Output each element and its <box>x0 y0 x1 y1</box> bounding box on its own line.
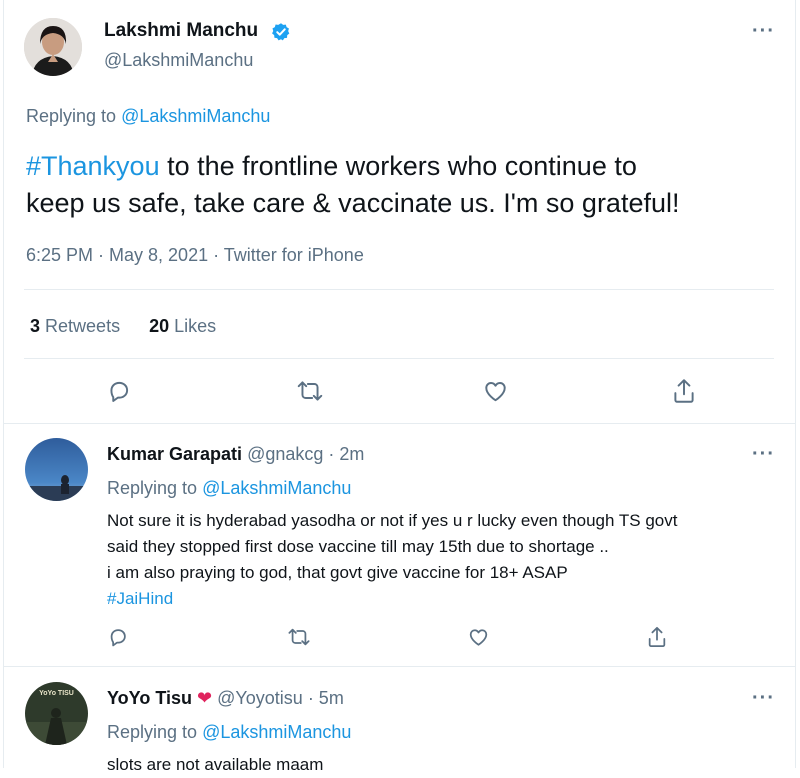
reply-author-handle[interactable]: @Yoyotisu <box>217 688 303 708</box>
reply-replying-to: Replying to @LakshmiManchu <box>107 722 351 743</box>
divider <box>3 666 796 667</box>
main-tweet-text: #Thankyou to the frontline workers who c… <box>26 148 679 222</box>
engagement-stats: 3 Retweets 20 Likes <box>30 316 216 337</box>
tweet-text-line2: keep us safe, take care & vaccinate us. … <box>26 188 680 218</box>
divider <box>3 423 796 424</box>
avatar-logo-text: YoYo TISU <box>39 690 74 697</box>
verified-badge-icon <box>271 22 291 42</box>
replying-label: Replying to <box>107 478 198 498</box>
reply-text-line: slots are not available maam <box>107 755 324 774</box>
main-replying-to: Replying to @LakshmiManchu <box>26 106 270 127</box>
main-author-name[interactable]: Lakshmi Manchu <box>104 20 258 42</box>
likes-label: Likes <box>174 316 217 336</box>
main-timestamp[interactable]: 6:25 PM · May 8, 2021 · Twitter for iPho… <box>26 245 364 266</box>
retweets-stat[interactable]: 3 Retweets <box>30 316 120 336</box>
reply-author-name[interactable]: Kumar Garapati <box>107 444 242 464</box>
reply-author-avatar[interactable] <box>25 438 88 501</box>
like-icon[interactable] <box>482 378 509 404</box>
share-icon[interactable] <box>671 377 697 405</box>
reply-text-line: said they stopped first dose vaccine til… <box>107 537 609 556</box>
replying-label: Replying to <box>26 106 117 126</box>
replying-label: Replying to <box>107 722 198 742</box>
reply-more-options-icon[interactable]: ··· <box>752 443 775 466</box>
jaihind-hashtag[interactable]: #JaiHind <box>107 586 677 612</box>
share-icon[interactable] <box>646 625 668 649</box>
reply-text-line: i am also praying to god, that govt give… <box>107 563 568 582</box>
reply-header: YoYo Tisu ❤ @Yoyotisu · 5m <box>107 688 344 709</box>
reply-time[interactable]: · 5m <box>303 688 344 708</box>
sparkling-heart-emoji: ❤ <box>197 688 213 708</box>
divider <box>24 358 774 359</box>
replying-handle-link[interactable]: @LakshmiManchu <box>121 106 270 126</box>
reply-text: slots are not available maam <box>107 752 323 778</box>
thankyou-hashtag[interactable]: #Thankyou <box>26 151 160 181</box>
reply-icon[interactable] <box>107 626 129 648</box>
tweet-text-line1: to the frontline workers who continue to <box>159 151 637 181</box>
retweets-label: Retweets <box>45 316 121 336</box>
reply-replying-to: Replying to @LakshmiManchu <box>107 478 351 499</box>
retweets-count: 3 <box>30 316 41 336</box>
reply-author-handle[interactable]: @gnakcg <box>247 444 323 464</box>
likes-count: 20 <box>149 316 170 336</box>
retweet-icon[interactable] <box>287 626 311 648</box>
main-author-handle[interactable]: @LakshmiManchu <box>104 50 253 71</box>
likes-stat[interactable]: 20 Likes <box>149 316 216 336</box>
main-author-avatar[interactable] <box>24 18 82 76</box>
reply-header: Kumar Garapati @gnakcg · 2m <box>107 444 364 465</box>
replying-handle-link[interactable]: @LakshmiManchu <box>202 478 351 498</box>
reply-time[interactable]: · 2m <box>323 444 364 464</box>
reply-text-line: Not sure it is hyderabad yasodha or not … <box>107 511 678 530</box>
main-more-options-icon[interactable]: ··· <box>752 20 775 43</box>
reply-icon[interactable] <box>106 378 132 404</box>
replying-handle-link[interactable]: @LakshmiManchu <box>202 722 351 742</box>
reply-author-name[interactable]: YoYo Tisu <box>107 688 192 708</box>
reply-text: Not sure it is hyderabad yasodha or not … <box>107 508 677 612</box>
reply-author-avatar[interactable]: YoYo TISU <box>25 682 88 745</box>
divider <box>24 289 774 290</box>
reply-more-options-icon[interactable]: ··· <box>752 687 775 710</box>
like-icon[interactable] <box>467 626 490 648</box>
retweet-icon[interactable] <box>296 378 324 404</box>
